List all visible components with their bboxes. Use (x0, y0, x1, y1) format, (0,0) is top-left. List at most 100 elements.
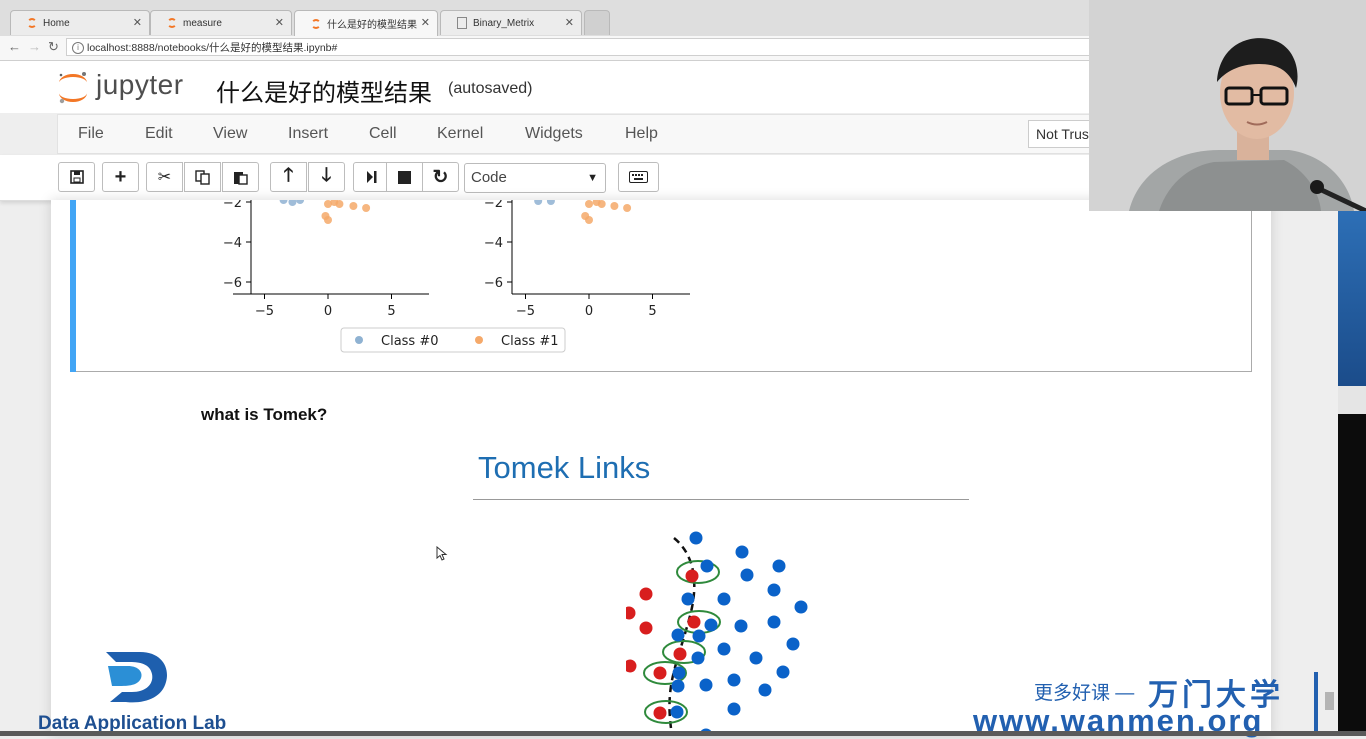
blue-class-point (794, 600, 808, 614)
tomek-links-title: Tomek Links (478, 450, 651, 485)
jupyter-logo-icon[interactable] (56, 69, 90, 105)
data-point-class1 (324, 216, 332, 224)
taskbar-edge (0, 731, 1366, 736)
watermark-bar (1314, 672, 1318, 732)
autosave-status: (autosaved) (448, 80, 533, 97)
blue-class-point (692, 629, 706, 643)
close-icon[interactable]: ✕ (421, 16, 430, 29)
blue-class-point (772, 559, 786, 573)
y-tick-label: −6 (223, 276, 242, 291)
blue-class-point (727, 673, 741, 687)
close-icon[interactable]: ✕ (133, 16, 142, 29)
url-input[interactable]: i localhost:8888/notebooks/什么是好的模型结果.ipy… (66, 38, 1090, 56)
url-text: localhost:8888/notebooks/什么是好的模型结果.ipynb… (87, 42, 338, 54)
stop-icon (398, 170, 411, 184)
blue-class-point (749, 651, 763, 665)
menu-cell[interactable]: Cell (369, 125, 397, 143)
x-tick-label: −5 (255, 304, 274, 319)
red-class-point (685, 569, 699, 583)
menu-help[interactable]: Help (625, 125, 658, 143)
run-icon (367, 171, 377, 183)
paste-icon (234, 171, 248, 185)
output-cell[interactable]: −2 −4 −6 −5 0 5 −2 −4 −6 −5 0 5 Class #0 Class #1 (70, 200, 1252, 372)
save-button[interactable] (58, 162, 95, 192)
keyboard-icon (629, 171, 648, 183)
blue-class-point (717, 642, 731, 656)
tab-measure[interactable]: measure ✕ (150, 10, 292, 35)
red-class-point (626, 659, 637, 673)
blue-class-point (691, 651, 705, 665)
jupyter-wordmark[interactable]: jupyter (96, 69, 184, 101)
notebook-title[interactable]: 什么是好的模型结果 (216, 73, 432, 108)
red-class-point (626, 606, 636, 620)
desktop-edge (1338, 211, 1366, 736)
blue-class-point (704, 618, 718, 632)
y-tick-label: −4 (223, 236, 242, 251)
legend-label: Class #1 (501, 334, 559, 349)
arrow-down-icon: 🡓 (321, 165, 332, 186)
x-tick-label: 0 (585, 304, 593, 319)
blue-class-point (700, 559, 714, 573)
blue-class-point (727, 702, 741, 716)
cell-type-select[interactable]: Code ▼ (464, 163, 606, 193)
data-point-class0 (534, 200, 543, 205)
data-application-lab-logo-icon (106, 652, 167, 703)
blue-class-point (671, 628, 685, 642)
data-point-class1 (349, 202, 358, 210)
interrupt-button[interactable] (386, 162, 423, 192)
restart-button[interactable]: ↻ (422, 162, 459, 192)
info-icon[interactable]: i (72, 42, 84, 54)
menu-kernel[interactable]: Kernel (437, 125, 483, 143)
reload-icon[interactable]: ↻ (48, 39, 59, 55)
insert-cell-button[interactable]: + (102, 162, 139, 192)
blue-class-point (671, 679, 685, 693)
back-icon[interactable]: ← (8, 39, 21, 54)
tab-notebook[interactable]: 什么是好的模型结果 ✕ (294, 10, 438, 36)
scrollbar-thumb[interactable] (1325, 692, 1334, 710)
y-tick-label: −6 (484, 276, 503, 291)
divider (473, 499, 969, 500)
page-icon (457, 17, 467, 29)
blue-class-point (717, 592, 731, 606)
plus-icon: + (114, 165, 127, 188)
data-point-class1 (362, 204, 371, 212)
data-point-class0 (279, 200, 288, 204)
blue-class-point (758, 683, 772, 697)
data-point-class0 (546, 200, 555, 205)
run-button[interactable] (353, 162, 390, 192)
jupyter-favicon-icon (27, 18, 37, 28)
data-point-class0 (288, 200, 297, 206)
move-down-button[interactable]: 🡓 (308, 162, 345, 192)
close-icon[interactable]: ✕ (275, 16, 284, 29)
data-point-class0 (296, 200, 305, 204)
menu-widgets[interactable]: Widgets (525, 125, 583, 143)
tab-label: 什么是好的模型结果 (327, 20, 417, 31)
paste-button[interactable] (222, 162, 259, 192)
blue-class-point (776, 665, 790, 679)
tab-label: Home (43, 17, 70, 29)
window-restore-icon (1338, 386, 1366, 414)
new-tab-button[interactable] (584, 10, 610, 35)
data-point-class1 (623, 204, 632, 212)
x-tick-label: 0 (324, 304, 332, 319)
forward-icon[interactable]: → (28, 39, 41, 54)
tab-home[interactable]: Home ✕ (10, 10, 150, 35)
menu-view[interactable]: View (213, 125, 247, 143)
webcam-overlay (1089, 0, 1366, 211)
mouse-cursor-icon (436, 546, 448, 561)
menu-edit[interactable]: Edit (145, 125, 173, 143)
menu-insert[interactable]: Insert (288, 125, 328, 143)
copy-button[interactable] (184, 162, 221, 192)
data-point-class1 (597, 200, 606, 208)
blue-class-point (699, 678, 713, 692)
data-point-class1 (585, 216, 593, 224)
command-palette-button[interactable] (618, 162, 659, 192)
move-up-button[interactable]: 🡑 (270, 162, 307, 192)
blue-class-point (735, 545, 749, 559)
close-icon[interactable]: ✕ (565, 16, 574, 29)
desktop-background (1338, 211, 1366, 386)
menu-file[interactable]: File (78, 125, 104, 143)
cut-button[interactable]: ✂ (146, 162, 183, 192)
tab-binary-metrix[interactable]: Binary_Metrix ✕ (440, 10, 582, 35)
cell-type-value: Code (471, 169, 507, 186)
